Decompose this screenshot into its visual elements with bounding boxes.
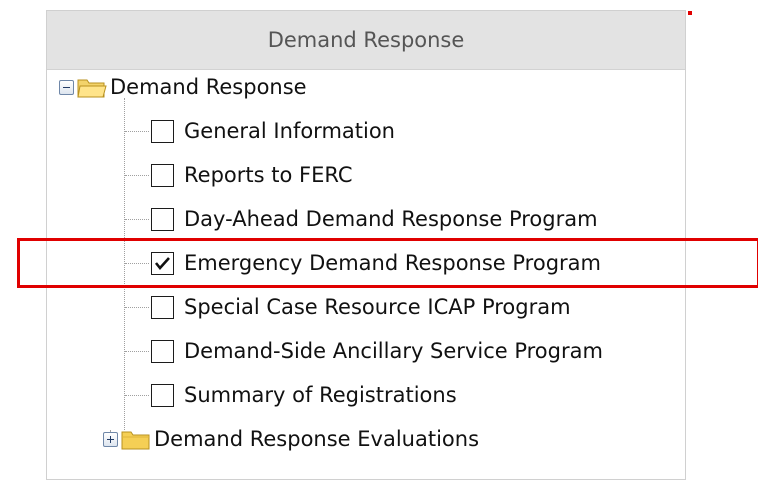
- tree-node-demand-response[interactable]: Demand Response: [59, 67, 307, 107]
- tree-node-label: Demand Response Evaluations: [154, 426, 480, 451]
- selection-highlight-box: [17, 238, 758, 288]
- checkbox-general-information[interactable]: [151, 119, 174, 143]
- tree-item-general-information[interactable]: General Information: [151, 111, 395, 151]
- checkbox-special-case-resource-icap-program[interactable]: [151, 295, 174, 319]
- checkbox-summary-of-registrations[interactable]: [151, 383, 174, 407]
- tree-node-label: Demand Response: [110, 74, 307, 99]
- tree-item-label: Reports to FERC: [184, 162, 353, 187]
- tree-connector-line: [125, 307, 149, 308]
- closed-folder-icon: [121, 428, 151, 451]
- tree-item-demand-side-ancillary-service-program[interactable]: Demand-Side Ancillary Service Program: [151, 331, 603, 371]
- tree-connector-line: [125, 219, 149, 220]
- checkbox-reports-to-ferc[interactable]: [151, 163, 174, 187]
- checkbox-day-ahead-demand-response-program[interactable]: [151, 207, 174, 231]
- tree-node-demand-response-evaluations[interactable]: Demand Response Evaluations: [103, 419, 479, 459]
- tree-item-label: Special Case Resource ICAP Program: [184, 294, 571, 319]
- red-mark: [688, 11, 692, 15]
- tree-connector-line: [125, 175, 149, 176]
- tree-item-summary-of-registrations[interactable]: Summary of Registrations: [151, 375, 457, 415]
- panel-header: Demand Response: [47, 11, 685, 70]
- tree-item-label: Summary of Registrations: [184, 382, 457, 407]
- checkbox-demand-side-ancillary-service-program[interactable]: [151, 339, 174, 363]
- tree-item-label: General Information: [184, 118, 395, 143]
- open-folder-icon: [77, 76, 107, 99]
- plus-box-icon[interactable]: [103, 431, 118, 447]
- tree-connector-line: [125, 351, 149, 352]
- tree-connector-line: [125, 395, 149, 396]
- tree-item-label: Demand-Side Ancillary Service Program: [184, 338, 603, 363]
- tree-item-day-ahead-demand-response-program[interactable]: Day-Ahead Demand Response Program: [151, 199, 598, 239]
- panel-title: Demand Response: [267, 28, 465, 52]
- tree-item-reports-to-ferc[interactable]: Reports to FERC: [151, 155, 353, 195]
- tree-connector-line: [125, 131, 149, 132]
- tree-item-label: Day-Ahead Demand Response Program: [184, 206, 598, 231]
- minus-box-icon[interactable]: [59, 79, 74, 95]
- tree-item-special-case-resource-icap-program[interactable]: Special Case Resource ICAP Program: [151, 287, 571, 327]
